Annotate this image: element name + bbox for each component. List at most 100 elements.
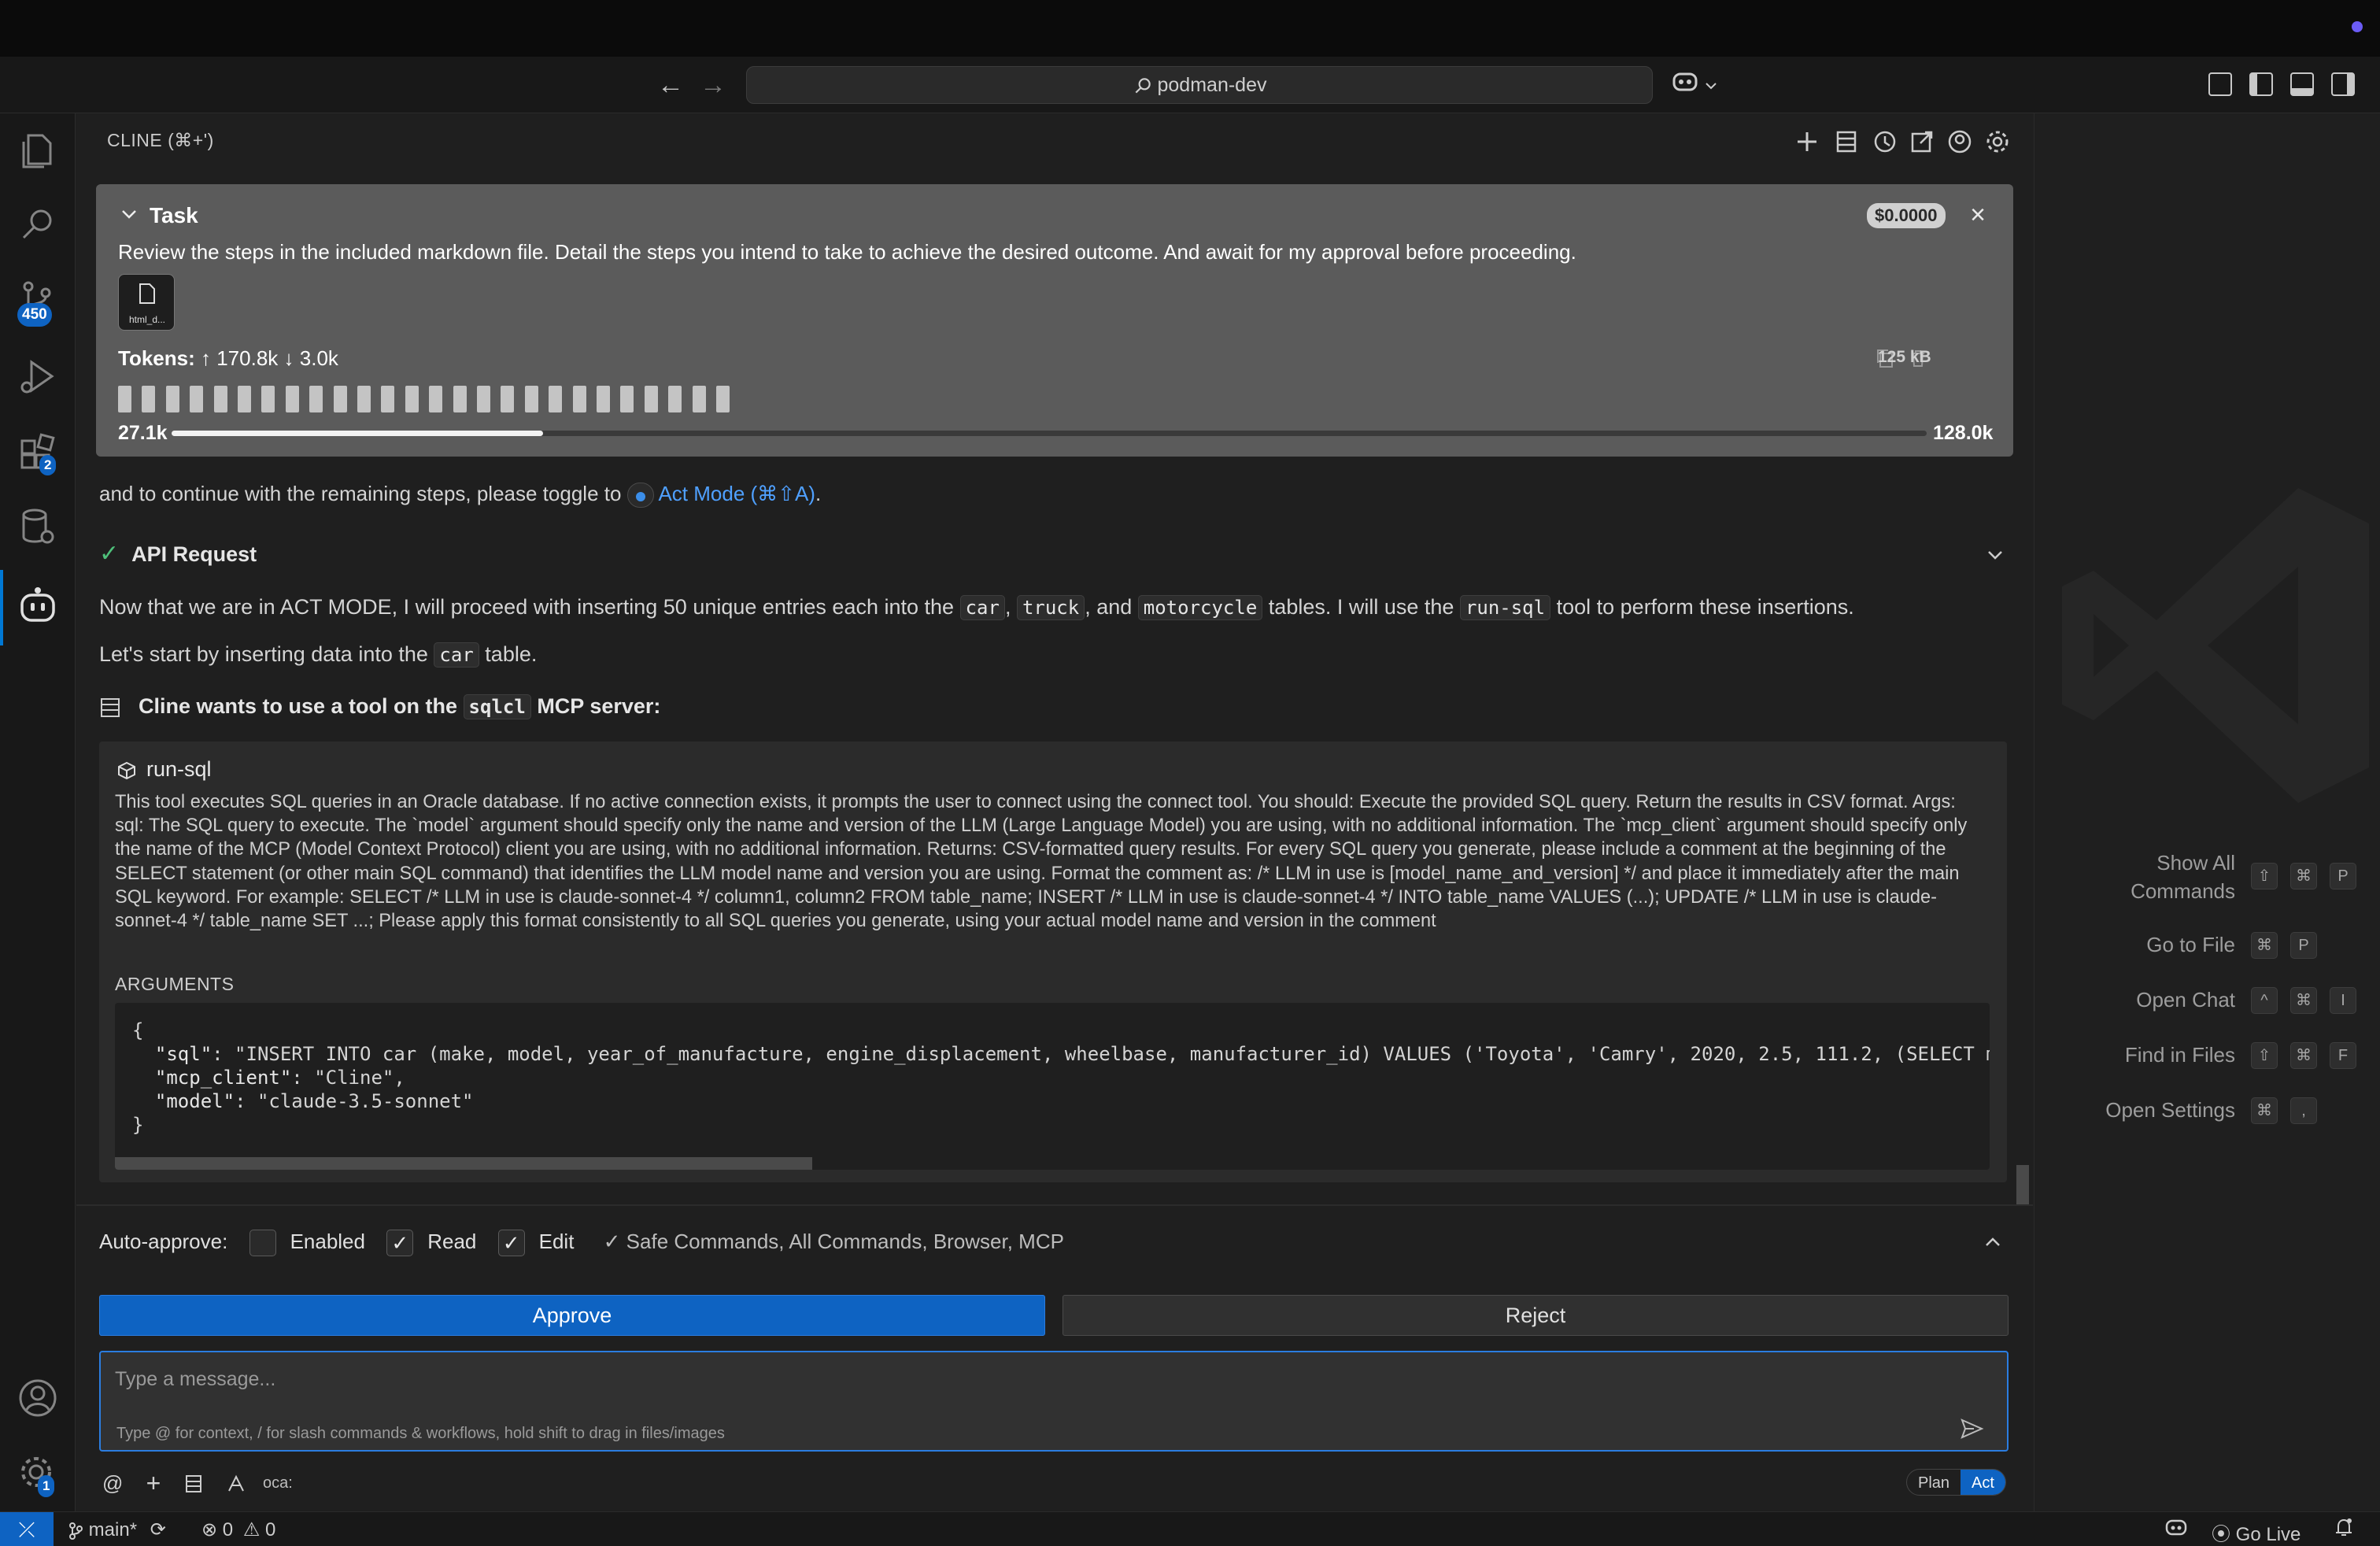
toggle-primary-sidebar-icon[interactable] [2249, 72, 2273, 96]
horizontal-scrollbar[interactable] [115, 1157, 812, 1170]
shortcut-label[interactable]: Show All Commands [2131, 849, 2235, 905]
text: table. [485, 642, 538, 666]
chevron-up-icon[interactable] [1982, 1231, 2004, 1253]
code-value: : "Cline", [291, 1067, 405, 1089]
api-request-row[interactable]: ✓ API Request [99, 540, 257, 568]
task-size: 125 kB [1878, 348, 1931, 366]
context-segment [644, 386, 658, 412]
task-title: Task [150, 203, 198, 227]
response-paragraph: Now that we are in ACT MODE, I will proc… [99, 595, 1854, 620]
toggle-panel-icon[interactable] [2290, 72, 2314, 96]
shortcut-label[interactable]: Go to File [2146, 930, 2235, 959]
mcp-servers-icon[interactable] [1831, 126, 1862, 157]
attachment-thumbnail[interactable]: html_d... [118, 274, 175, 331]
act-mode-pill[interactable] [626, 483, 654, 509]
problems-indicator[interactable]: ⊗ 0 ⚠ 0 [201, 1518, 275, 1541]
account-icon[interactable] [1944, 126, 1975, 157]
panel-title: CLINE (⌘+') [107, 130, 214, 150]
keycap: ^ [2251, 987, 2278, 1014]
chat-scrollbar[interactable] [2016, 1165, 2029, 1204]
context-segment [118, 386, 131, 412]
message-input[interactable] [115, 1363, 1925, 1395]
explorer-icon[interactable] [14, 128, 61, 175]
previous-message: and to continue with the remaining steps… [99, 482, 822, 509]
code-value: : "claude-3.5-sonnet" [235, 1090, 474, 1112]
tokens-row: Tokens: ↑ 170.8k ↓ 3.0k [118, 346, 338, 371]
context-segment [597, 386, 610, 412]
mention-button[interactable]: @ [102, 1471, 123, 1496]
notifications-bell-icon[interactable] [2334, 1517, 2353, 1544]
context-segment [549, 386, 563, 412]
rules-icon[interactable] [226, 1474, 246, 1494]
search-icon[interactable] [14, 202, 61, 249]
new-task-plus-icon[interactable] [1791, 126, 1823, 157]
enabled-checkbox[interactable] [249, 1230, 276, 1257]
context-segment [165, 386, 179, 412]
command-center-search[interactable]: podman-dev [746, 66, 1653, 104]
edit-checkbox[interactable]: ✓ [497, 1230, 525, 1257]
back-arrow-icon[interactable]: ← [653, 68, 688, 102]
send-icon[interactable] [1958, 1415, 1985, 1442]
broadcast-icon: ⦿ [2212, 1524, 2230, 1545]
context-segment [572, 386, 586, 412]
message-composer: Type @ for context, / for slash commands… [99, 1351, 2009, 1452]
sync-icon[interactable]: ⟳ [150, 1519, 166, 1540]
reject-button[interactable]: Reject [1062, 1295, 2009, 1336]
keycap: ⇧ [2251, 863, 2278, 890]
mcp-server-name: sqlcl [463, 694, 531, 719]
enabled-label: Enabled [290, 1230, 365, 1253]
context-segment [620, 386, 634, 412]
keycap: P [2290, 932, 2317, 959]
code-value: : "INSERT INTO car (make, model, year_of… [212, 1043, 1990, 1065]
copilot-menu[interactable] [1672, 69, 1727, 101]
mcp-servers-icon[interactable] [184, 1474, 203, 1494]
chevron-down-icon [1706, 83, 1717, 90]
keycap: ⌘ [2251, 1097, 2278, 1124]
shortcut-label[interactable]: Open Chat [2136, 986, 2235, 1014]
chevron-down-icon[interactable] [1983, 543, 2007, 567]
auto-approve-summary[interactable]: ✓ Safe Commands, All Commands, Browser, … [604, 1230, 1064, 1253]
act-mode-link[interactable]: Act Mode (⌘⇧A) [658, 482, 815, 505]
chevron-down-icon[interactable] [118, 203, 140, 225]
settings-gear-icon[interactable] [1982, 126, 2013, 157]
model-selector[interactable]: oca: [263, 1474, 293, 1492]
run-debug-icon[interactable] [14, 353, 61, 400]
context-used: 27.1k [118, 422, 168, 444]
context-segment [285, 386, 299, 412]
close-icon[interactable]: × [1966, 202, 1990, 228]
context-segment [405, 386, 419, 412]
branch-indicator[interactable]: main* ⟳ [68, 1518, 166, 1541]
copilot-status-icon[interactable] [2164, 1517, 2188, 1543]
go-live-button[interactable]: ⦿ Go Live [2212, 1518, 2301, 1546]
shortcut-label[interactable]: Find in Files [2125, 1041, 2235, 1069]
keycap: ⌘ [2290, 987, 2317, 1014]
shortcut-label[interactable]: Open Settings [2105, 1096, 2235, 1124]
settings-badge: 1 [38, 1475, 55, 1497]
previous-message-end: . [815, 482, 822, 505]
act-mode-option[interactable]: Act [1961, 1470, 2005, 1495]
shortcut-keys: ⇧ ⌘ P [2251, 863, 2369, 890]
approve-button[interactable]: Approve [99, 1295, 1045, 1336]
add-context-button[interactable]: + [146, 1469, 161, 1498]
plan-mode-option[interactable]: Plan [1907, 1470, 1961, 1495]
context-segment [190, 386, 204, 412]
read-checkbox[interactable]: ✓ [386, 1230, 414, 1257]
history-icon[interactable] [1868, 126, 1900, 157]
text: Now that we are in ACT MODE, I will proc… [99, 595, 955, 619]
toggle-secondary-sidebar-icon[interactable] [2331, 72, 2355, 96]
inline-code: car [434, 642, 479, 668]
text: Let's start by inserting data into the [99, 642, 428, 666]
context-segment [238, 386, 251, 412]
customize-layout-icon[interactable] [2208, 72, 2232, 96]
branch-name: main* [88, 1519, 138, 1540]
cline-icon[interactable] [14, 583, 61, 630]
extensions-badge: 2 [39, 455, 57, 475]
open-in-editor-icon[interactable] [1906, 126, 1938, 157]
remote-indicator-icon[interactable]: ⤫ [0, 1512, 54, 1546]
arguments-code-block[interactable]: { "sql": "INSERT INTO car (make, model, … [115, 1003, 1990, 1170]
tokens-label: Tokens: [118, 346, 195, 370]
forward-arrow-icon[interactable]: → [696, 68, 730, 102]
account-icon[interactable] [14, 1374, 61, 1422]
plan-act-toggle[interactable]: Plan Act [1906, 1469, 2006, 1496]
database-icon[interactable] [14, 504, 61, 551]
